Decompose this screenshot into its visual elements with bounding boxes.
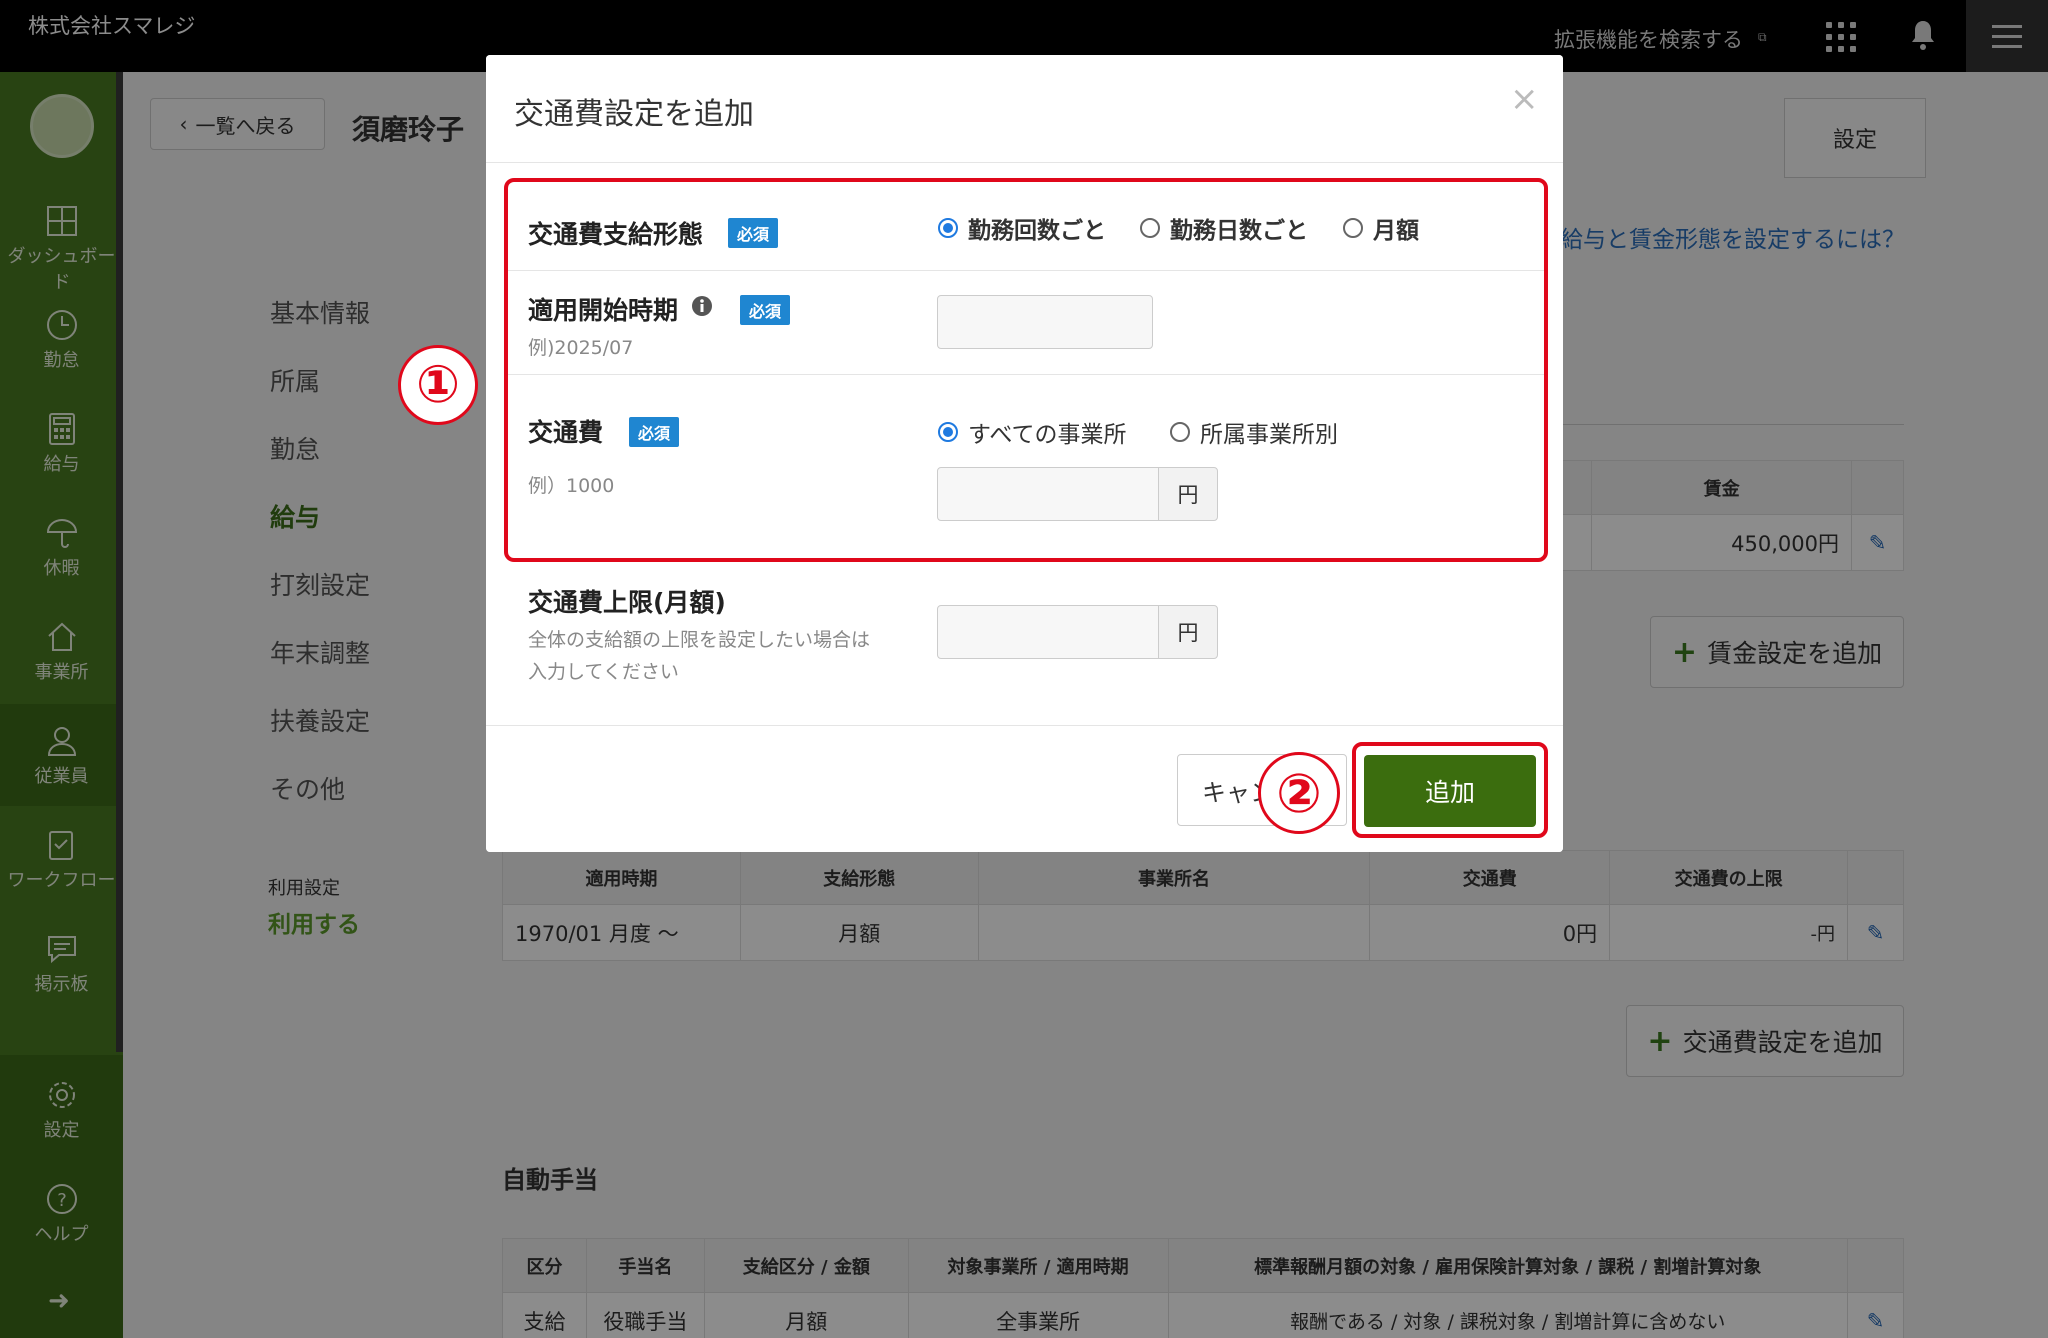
highlight-box-1 — [504, 178, 1548, 562]
limit-unit: 円 — [1158, 605, 1218, 659]
limit-hint-1: 全体の支給額の上限を設定したい場合は — [528, 629, 871, 651]
close-icon[interactable]: × — [1510, 79, 1539, 119]
modal-title: 交通費設定を追加 — [514, 97, 754, 132]
limit-input[interactable] — [937, 605, 1159, 659]
step-marker-2: ② — [1258, 752, 1340, 834]
step-marker-1: ① — [398, 345, 478, 425]
limit-label: 交通費上限(月額) — [528, 588, 726, 617]
highlight-box-2 — [1352, 742, 1548, 838]
limit-hint-2: 入力してください — [528, 661, 679, 683]
